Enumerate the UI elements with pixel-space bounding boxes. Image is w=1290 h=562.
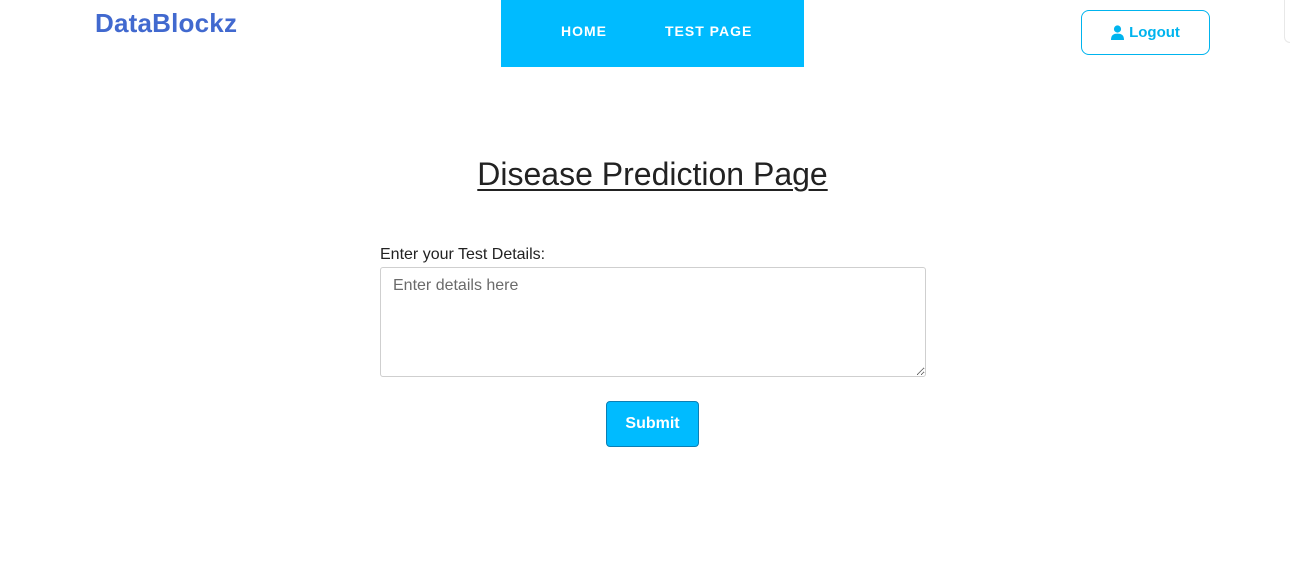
page-edge-divider: [1284, 0, 1290, 43]
nav-item-test-page[interactable]: TEST PAGE: [665, 23, 752, 39]
submit-button[interactable]: Submit: [606, 401, 699, 447]
test-details-label: Enter your Test Details:: [380, 246, 546, 263]
page-title: Disease Prediction Page: [477, 156, 828, 192]
user-icon: [1111, 25, 1125, 40]
nav-item-home[interactable]: HOME: [561, 23, 607, 39]
page: DataBlockz HOME TEST PAGE Logout Disease…: [0, 0, 1290, 562]
brand-logo[interactable]: DataBlockz: [95, 8, 237, 39]
test-details-input[interactable]: [380, 267, 926, 377]
logout-button[interactable]: Logout: [1081, 10, 1210, 55]
logout-label: Logout: [1129, 24, 1180, 41]
top-nav: HOME TEST PAGE: [501, 0, 804, 67]
